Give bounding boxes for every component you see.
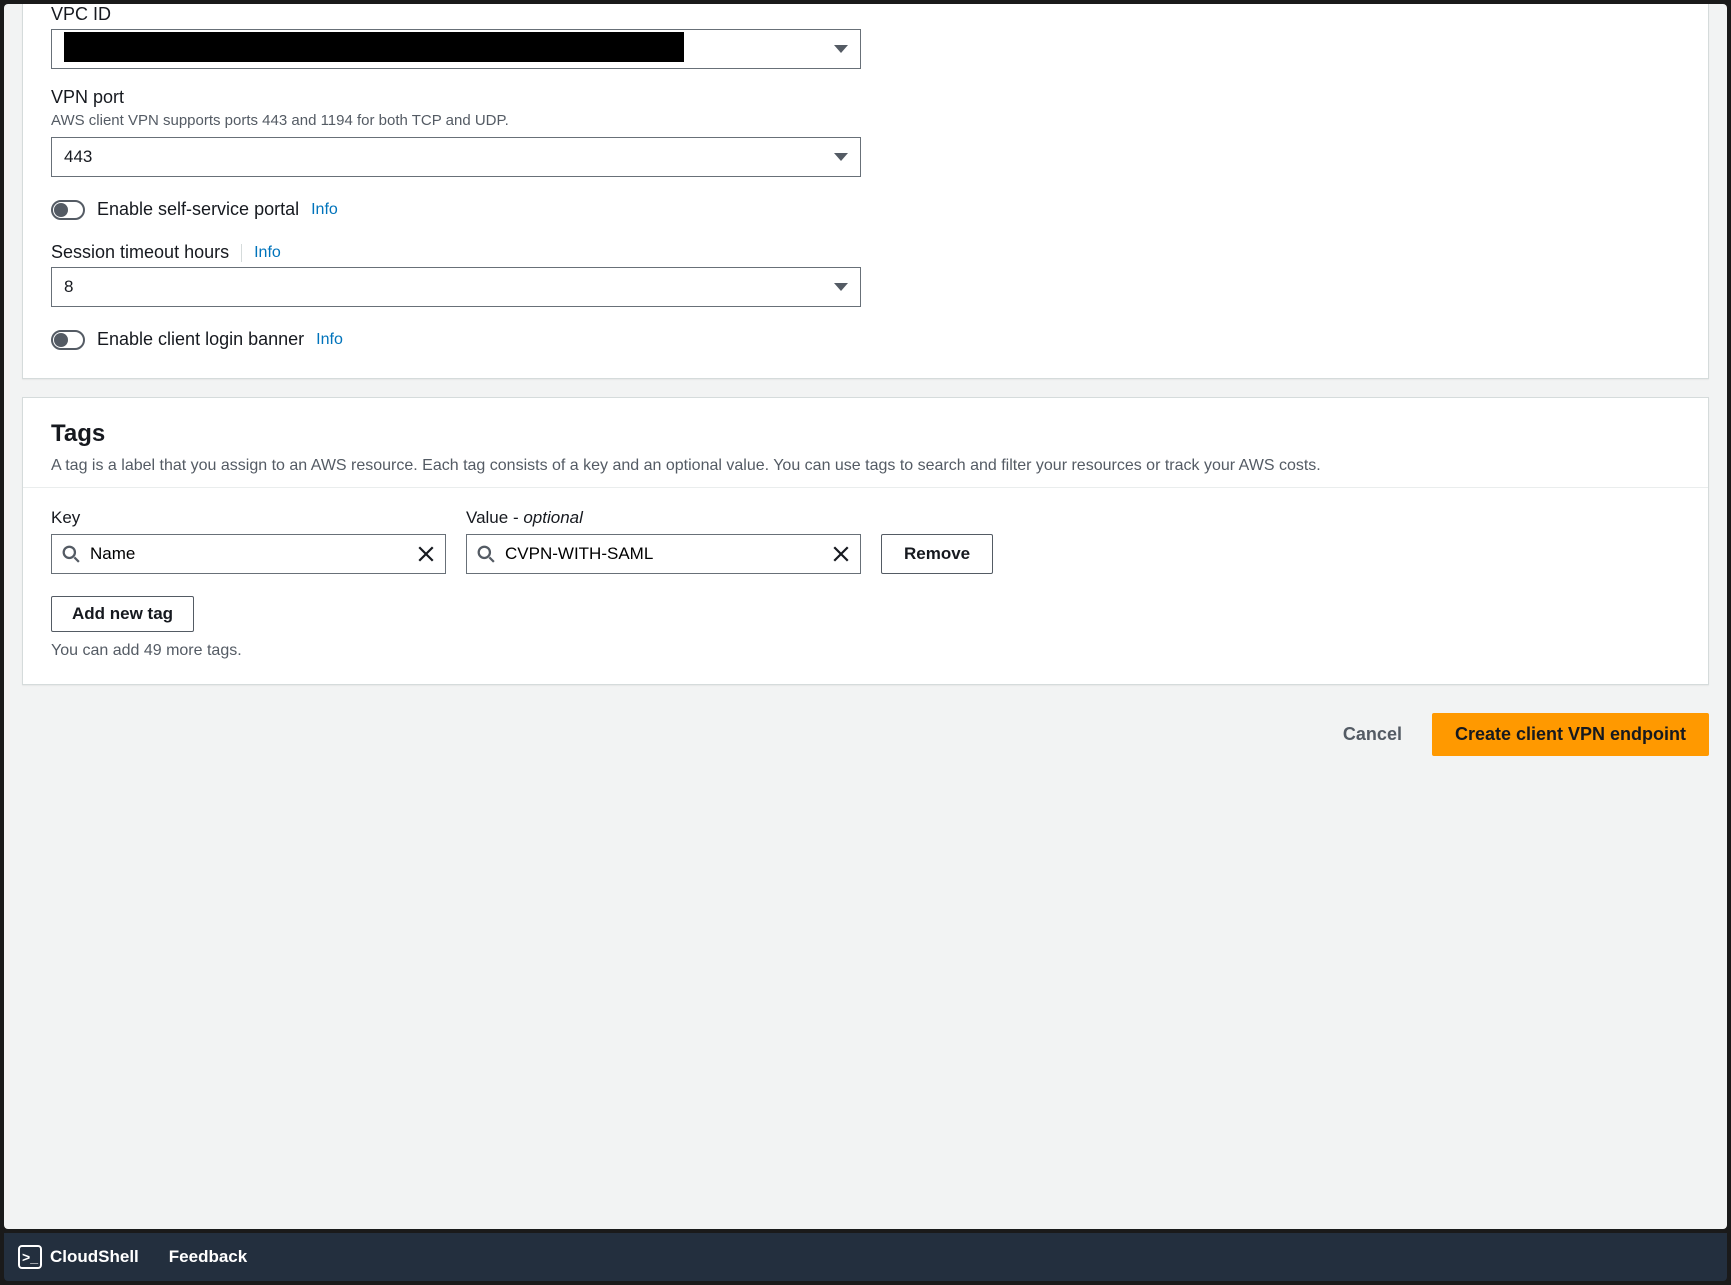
- self-service-toggle-row: Enable self-service portal Info: [51, 199, 1680, 220]
- chevron-down-icon: [834, 283, 848, 291]
- vpn-settings-panel: VPC ID VPN port AWS client VPN supports …: [22, 4, 1709, 379]
- login-banner-toggle[interactable]: [51, 330, 85, 350]
- add-tag-button[interactable]: Add new tag: [51, 596, 194, 632]
- vpn-port-select[interactable]: 443: [51, 137, 861, 177]
- tags-title: Tags: [51, 420, 1680, 448]
- tag-key-label: Key: [51, 508, 446, 528]
- close-icon[interactable]: [417, 545, 435, 563]
- session-timeout-value: 8: [64, 277, 834, 297]
- login-banner-info-link[interactable]: Info: [316, 331, 343, 349]
- cancel-button[interactable]: Cancel: [1329, 718, 1416, 751]
- chevron-down-icon: [834, 45, 848, 53]
- tag-value-input[interactable]: [505, 544, 822, 564]
- remove-tag-button[interactable]: Remove: [881, 534, 993, 574]
- tag-key-input-wrap: [51, 534, 446, 574]
- search-icon: [62, 545, 80, 563]
- tags-remaining-hint: You can add 49 more tags.: [51, 642, 1680, 660]
- vpc-id-label: VPC ID: [51, 4, 1680, 25]
- vpn-port-hint: AWS client VPN supports ports 443 and 11…: [51, 112, 1680, 129]
- tags-panel: Tags A tag is a label that you assign to…: [22, 397, 1709, 685]
- session-timeout-select[interactable]: 8: [51, 267, 861, 307]
- close-icon[interactable]: [832, 545, 850, 563]
- create-endpoint-button[interactable]: Create client VPN endpoint: [1432, 713, 1709, 756]
- self-service-label: Enable self-service portal: [97, 199, 299, 220]
- chevron-down-icon: [834, 153, 848, 161]
- self-service-toggle[interactable]: [51, 200, 85, 220]
- vpc-id-redacted-value: [64, 32, 684, 62]
- vpn-port-value: 443: [64, 147, 834, 167]
- self-service-info-link[interactable]: Info: [311, 201, 338, 219]
- feedback-link[interactable]: Feedback: [169, 1247, 247, 1267]
- console-footer: >_ CloudShell Feedback: [4, 1233, 1727, 1281]
- cloudshell-icon: >_: [18, 1245, 42, 1269]
- tags-description: A tag is a label that you assign to an A…: [51, 454, 1680, 477]
- session-timeout-info-link[interactable]: Info: [241, 244, 281, 262]
- vpc-id-field: VPC ID: [51, 4, 1680, 69]
- tag-row: Key Value - opti: [51, 508, 1680, 574]
- login-banner-toggle-row: Enable client login banner Info: [51, 329, 1680, 350]
- tag-key-input[interactable]: [90, 544, 407, 564]
- tag-value-label: Value - optional: [466, 508, 861, 528]
- vpc-id-select[interactable]: [51, 29, 861, 69]
- session-timeout-field: Session timeout hours Info 8: [51, 242, 1680, 307]
- tag-value-input-wrap: [466, 534, 861, 574]
- login-banner-label: Enable client login banner: [97, 329, 304, 350]
- vpn-port-field: VPN port AWS client VPN supports ports 4…: [51, 87, 1680, 177]
- cloudshell-button[interactable]: >_ CloudShell: [18, 1245, 139, 1269]
- form-actions: Cancel Create client VPN endpoint: [4, 703, 1727, 774]
- session-timeout-label: Session timeout hours: [51, 242, 229, 263]
- vpn-port-label: VPN port: [51, 87, 1680, 108]
- search-icon: [477, 545, 495, 563]
